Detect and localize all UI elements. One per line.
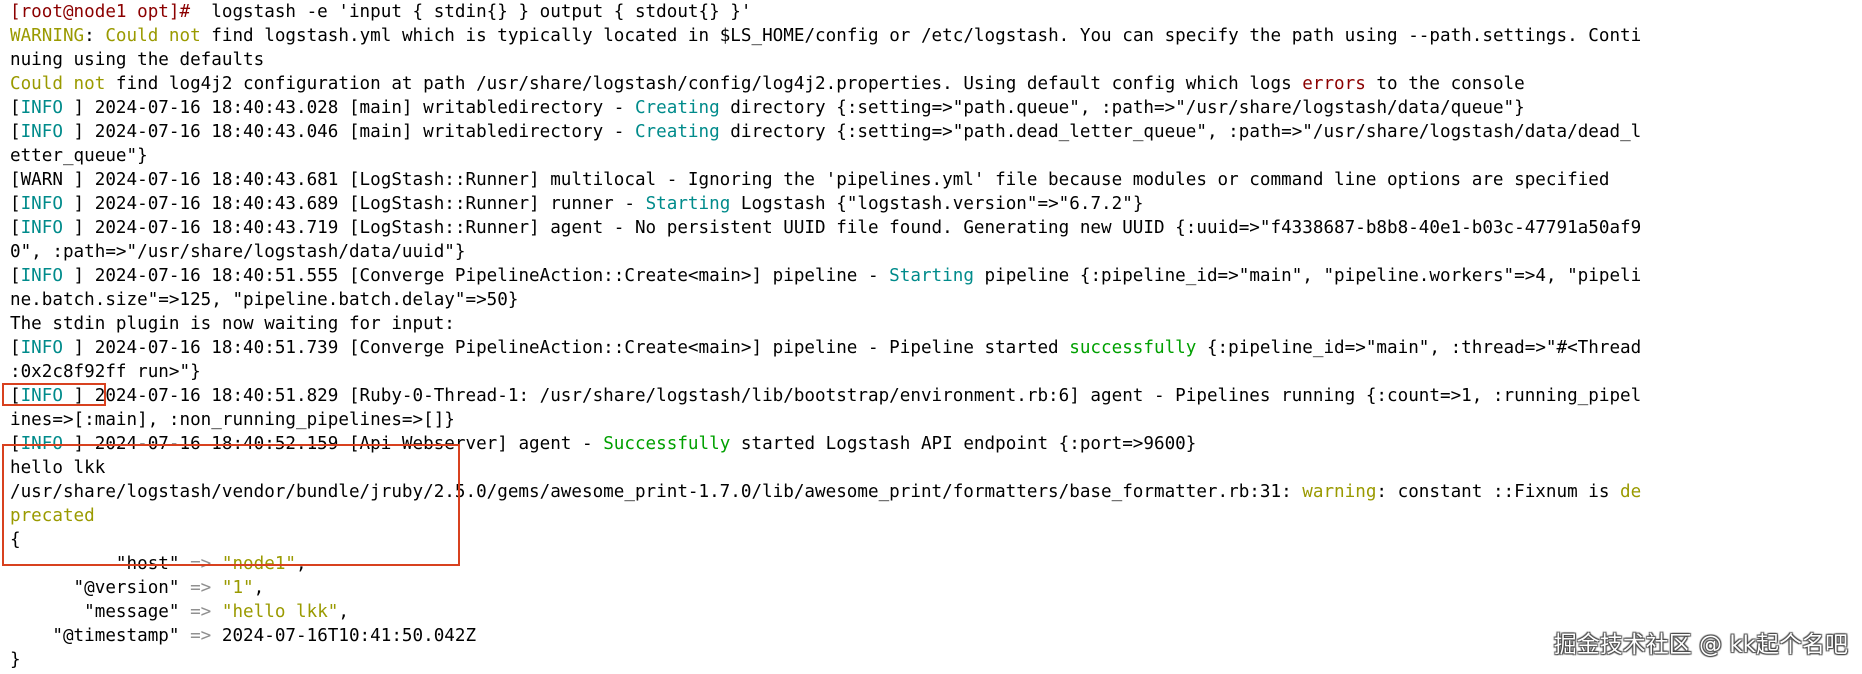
terminal-text-segment: pipeline {:pipeline_id=>"main", "pipelin… xyxy=(973,266,1642,286)
terminal-text-segment: => xyxy=(190,626,212,646)
terminal-line: [INFO ] 2024-07-16 18:40:51.555 [Converg… xyxy=(10,264,1855,288)
terminal-text-segment: [ xyxy=(10,194,21,214)
terminal-text-segment: "message" xyxy=(10,602,191,622)
terminal-line: etter_queue"} xyxy=(10,144,1855,168)
terminal-line: Could not find log4j2 configuration at p… xyxy=(10,72,1855,96)
terminal-text-segment: => xyxy=(190,602,212,622)
terminal-text-segment: [ xyxy=(10,266,21,286)
terminal-text-segment: started Logstash API endpoint {:port=>96… xyxy=(730,434,1197,454)
terminal-text-segment: ] 2024-07-16 18:40:51.555 [Converge Pipe… xyxy=(62,266,890,286)
terminal-line: nuing using the defaults xyxy=(10,48,1855,72)
terminal-text-segment: [ xyxy=(10,98,21,118)
terminal-text-segment: INFO xyxy=(20,98,63,118)
highlight-box-input xyxy=(2,383,106,406)
terminal-line: [INFO ] 2024-07-16 18:40:43.689 [LogStas… xyxy=(10,192,1855,216)
terminal-text-segment: Could not xyxy=(10,74,106,94)
terminal-line: WARNING: Could not find logstash.yml whi… xyxy=(10,24,1855,48)
terminal-text-segment: [ xyxy=(10,122,21,142)
terminal-text-segment: ] 2024-07-16 18:40:43.046 [main] writabl… xyxy=(62,122,635,142)
terminal-text-segment: etter_queue"} xyxy=(10,146,148,166)
terminal-text-segment: Creating xyxy=(634,122,720,142)
terminal-line: ne.batch.size"=>125, "pipeline.batch.del… xyxy=(10,288,1855,312)
terminal-line: [root@node1 opt]# logstash -e 'input { s… xyxy=(10,0,1855,24)
terminal-text-segment: ] 2024-07-16 18:40:43.028 [main] writabl… xyxy=(62,98,635,118)
terminal-text-segment: } xyxy=(10,650,21,670)
terminal-line: "message" => "hello lkk", xyxy=(10,600,1855,624)
terminal-text-segment: :0x2c8f92ff run>"} xyxy=(10,362,201,382)
terminal-text-segment: INFO xyxy=(20,194,63,214)
terminal-text-segment: "1" xyxy=(221,578,254,598)
terminal-line: 0", :path=>"/usr/share/logstash/data/uui… xyxy=(10,240,1855,264)
terminal-text-segment: [ xyxy=(10,218,21,238)
terminal-text-segment: ] 2024-07-16 18:40:51.829 [Ruby-0-Thread… xyxy=(62,386,1642,406)
terminal-text-segment: successfully xyxy=(1069,338,1197,358)
terminal-text-segment: ] 2024-07-16 18:40:43.719 [LogStash::Run… xyxy=(62,218,1642,238)
terminal-text-segment: ines=>[:main], :non_running_pipelines=>[… xyxy=(10,410,455,430)
terminal-text-segment: Starting xyxy=(889,266,974,286)
terminal-text-segment: : xyxy=(84,26,106,46)
terminal-text-segment: Logstash {"logstash.version"=>"6.7.2"} xyxy=(730,194,1144,214)
terminal-line: [INFO ] 2024-07-16 18:40:43.719 [LogStas… xyxy=(10,216,1855,240)
terminal-text-segment: 0", :path=>"/usr/share/logstash/data/uui… xyxy=(10,242,466,262)
terminal-line: [INFO ] 2024-07-16 18:40:51.829 [Ruby-0-… xyxy=(10,384,1855,408)
terminal-text-segment: find log4j2 configuration at path /usr/s… xyxy=(105,74,1303,94)
highlight-box-event-output xyxy=(2,444,460,566)
terminal-text-segment: , xyxy=(338,602,349,622)
terminal-text-segment: de xyxy=(1620,482,1642,502)
terminal-line: The stdin plugin is now waiting for inpu… xyxy=(10,312,1855,336)
terminal-text-segment: directory {:setting=>"path.dead_letter_q… xyxy=(719,122,1642,142)
terminal-text-segment: [root@node1 opt]# xyxy=(10,2,191,22)
terminal-text-segment: Successfully xyxy=(603,434,731,454)
terminal-line: [INFO ] 2024-07-16 18:40:43.028 [main] w… xyxy=(10,96,1855,120)
terminal-text-segment: INFO xyxy=(20,266,63,286)
terminal-text-segment: nuing using the defaults xyxy=(10,50,265,70)
terminal-line: [INFO ] 2024-07-16 18:40:43.046 [main] w… xyxy=(10,120,1855,144)
terminal-text-segment: directory {:setting=>"path.queue", :path… xyxy=(719,98,1525,118)
terminal-text-segment: errors xyxy=(1302,74,1366,94)
terminal-text-segment: 2024-07-16T10:41:50.042Z xyxy=(211,626,477,646)
terminal-line: [INFO ] 2024-07-16 18:40:51.739 [Converg… xyxy=(10,336,1855,360)
terminal-text-segment: find logstash.yml which is typically loc… xyxy=(200,26,1642,46)
terminal-text-segment: logstash -e 'input { stdin{} } output { … xyxy=(190,2,752,22)
terminal-line: ines=>[:main], :non_running_pipelines=>[… xyxy=(10,408,1855,432)
terminal-line: "@version" => "1", xyxy=(10,576,1855,600)
terminal-text-segment: Could not xyxy=(105,26,201,46)
terminal-text-segment: {:pipeline_id=>"main", :thread=>"#<Threa… xyxy=(1196,338,1642,358)
terminal-text-segment: ne.batch.size"=>125, "pipeline.batch.del… xyxy=(10,290,519,310)
terminal-text-segment: Creating xyxy=(634,98,720,118)
terminal-text-segment: ] 2024-07-16 18:40:51.739 [Converge Pipe… xyxy=(62,338,1070,358)
terminal-line: [WARN ] 2024-07-16 18:40:43.681 [LogStas… xyxy=(10,168,1855,192)
terminal-text-segment: => xyxy=(190,578,212,598)
terminal-text-segment: [WARN ] 2024-07-16 18:40:43.681 [LogStas… xyxy=(10,170,1610,190)
terminal-text-segment: WARNING xyxy=(10,26,85,46)
terminal-text-segment: "@version" xyxy=(10,578,191,598)
terminal-text-segment: warning xyxy=(1302,482,1377,502)
terminal-text-segment: The stdin plugin is now waiting for inpu… xyxy=(10,314,455,334)
terminal-text-segment: [ xyxy=(10,338,21,358)
terminal-output[interactable]: [root@node1 opt]# logstash -e 'input { s… xyxy=(10,0,1855,672)
terminal-text-segment: INFO xyxy=(20,218,63,238)
terminal-text-segment: INFO xyxy=(20,338,63,358)
watermark: 掘金技术社区 @ kk起个名吧 xyxy=(1553,632,1848,658)
terminal-text-segment: ] 2024-07-16 18:40:43.689 [LogStash::Run… xyxy=(62,194,646,214)
terminal-text-segment: Starting xyxy=(645,194,731,214)
terminal-text-segment: "hello lkk" xyxy=(221,602,339,622)
terminal-text-segment: , xyxy=(253,578,265,598)
terminal-text-segment: : constant ::Fixnum is xyxy=(1376,482,1621,502)
terminal-text-segment: "@timestamp" xyxy=(10,626,191,646)
terminal-text-segment: to the console xyxy=(1365,74,1525,94)
terminal-line: :0x2c8f92ff run>"} xyxy=(10,360,1855,384)
terminal-text-segment: INFO xyxy=(20,122,63,142)
